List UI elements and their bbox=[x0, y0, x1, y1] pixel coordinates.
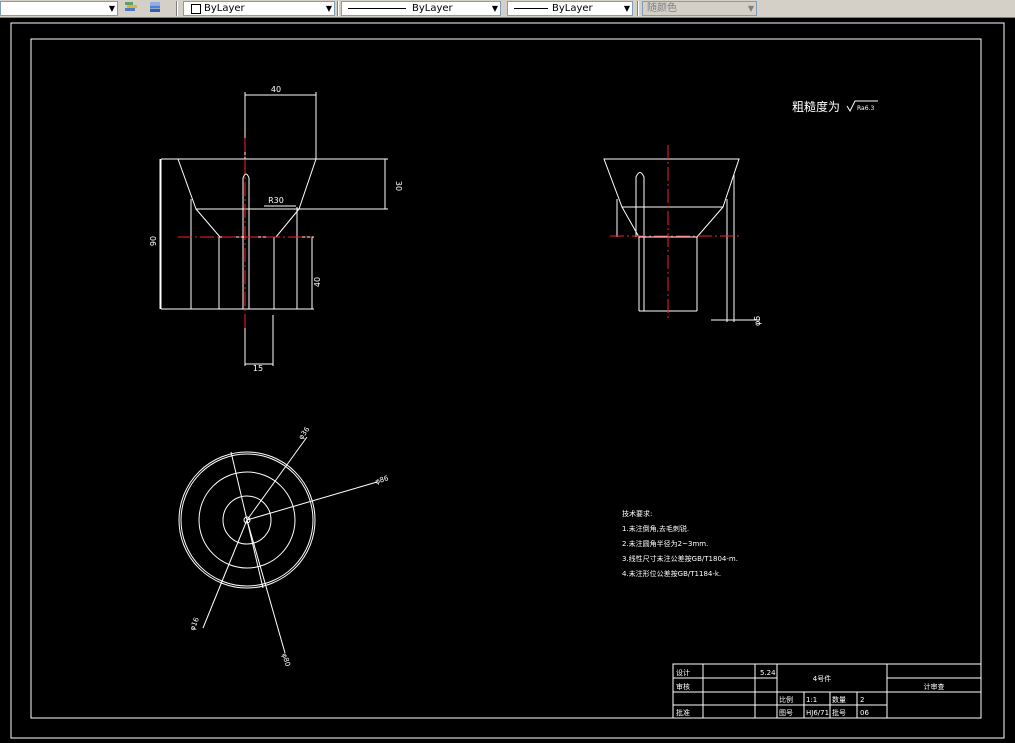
color-dropdown[interactable]: ByLayer ▼ bbox=[183, 1, 335, 16]
chevron-down-icon[interactable]: ▼ bbox=[748, 2, 754, 15]
tb-check-label: 审核 bbox=[676, 682, 690, 691]
dim-circle-d1: φ36 bbox=[297, 425, 312, 441]
toolbar-separator bbox=[637, 1, 639, 16]
outer-frame bbox=[10, 22, 1005, 739]
tb-drawing-value: 06 bbox=[860, 709, 869, 717]
tb-scale-label: 比例 bbox=[779, 695, 793, 704]
color-value: ByLayer bbox=[204, 3, 245, 14]
tb-qty-value: 2 bbox=[860, 696, 864, 704]
layer-previous-icon[interactable] bbox=[124, 2, 138, 14]
side-view bbox=[603, 158, 760, 322]
roughness-label: 粗糙度为 bbox=[792, 99, 840, 114]
notes-item: 4.未注形位公差按GB/T1184-k. bbox=[622, 569, 721, 578]
tb-qty-label: 数量 bbox=[832, 695, 846, 704]
linetype-preview bbox=[348, 8, 406, 9]
dim-circle-d4: φ80 bbox=[280, 652, 292, 667]
tb-batch-value: HJ6/71 bbox=[806, 709, 829, 717]
notes-item: 2.未注圆角半径为2~3mm. bbox=[622, 539, 708, 548]
cad-drawing: 40 30 R30 90 40 15 φ5 粗糙度为 Ra6.3 φ36 φ86… bbox=[10, 22, 1005, 739]
color-swatch bbox=[191, 4, 201, 14]
drawing-canvas[interactable]: 40 30 R30 90 40 15 φ5 粗糙度为 Ra6.3 φ36 φ86… bbox=[0, 18, 1015, 743]
tb-part-name: 4号件 bbox=[813, 674, 831, 683]
technical-notes: 技术要求: 1.未注倒角,去毛刺锐. 2.未注圆角半径为2~3mm. 3.线性尺… bbox=[622, 509, 738, 578]
notes-title: 技术要求: bbox=[622, 509, 652, 518]
tb-drawing-label: 图号 bbox=[779, 709, 793, 717]
top-view bbox=[178, 436, 378, 654]
toolbar-separator bbox=[176, 1, 178, 16]
notes-item: 1.未注倒角,去毛刺锐. bbox=[622, 524, 689, 533]
dim-top-width: 40 bbox=[271, 85, 281, 94]
dim-side-phi: φ5 bbox=[753, 316, 762, 326]
tb-date: 5.24 bbox=[760, 669, 776, 677]
lineweight-preview bbox=[514, 8, 548, 9]
layer-states-icon[interactable] bbox=[148, 2, 162, 14]
lineweight-dropdown[interactable]: ByLayer ▼ bbox=[507, 1, 633, 16]
layer-dropdown[interactable]: ▼ bbox=[0, 1, 118, 16]
linetype-dropdown[interactable]: ByLayer ▼ bbox=[341, 1, 501, 16]
tb-material: 计审查 bbox=[924, 682, 945, 691]
linetype-value: ByLayer bbox=[412, 3, 453, 14]
dim-bottom-width: 15 bbox=[253, 364, 263, 373]
tb-batch-label: 批号 bbox=[832, 708, 846, 717]
roughness-value: Ra6.3 bbox=[857, 105, 874, 112]
front-view bbox=[159, 92, 388, 366]
chevron-down-icon[interactable]: ▼ bbox=[624, 2, 630, 15]
inner-frame bbox=[30, 38, 982, 719]
tb-design-label: 设计 bbox=[676, 668, 690, 677]
plotstyle-dropdown[interactable]: 随颜色 ▼ bbox=[642, 1, 757, 16]
plotstyle-value: 随颜色 bbox=[647, 3, 677, 14]
toolbar-separator bbox=[337, 1, 339, 16]
tb-approve-label: 批准 bbox=[676, 708, 690, 717]
lineweight-value: ByLayer bbox=[552, 3, 593, 14]
dim-circle-d3: φ16 bbox=[188, 616, 201, 632]
dim-circle-d2: φ86 bbox=[374, 474, 390, 486]
properties-toolbar: ▼ ByLayer ▼ ByLayer ▼ ByLayer ▼ 随颜色 ▼ bbox=[0, 0, 1015, 18]
chevron-down-icon[interactable]: ▼ bbox=[109, 2, 115, 15]
dim-lower-height: 40 bbox=[313, 277, 322, 287]
chevron-down-icon[interactable]: ▼ bbox=[492, 2, 498, 15]
chevron-down-icon[interactable]: ▼ bbox=[326, 2, 332, 15]
tb-scale-value: 1:1 bbox=[806, 696, 817, 704]
notes-item: 3.线性尺寸未注公差按GB/T1804-m. bbox=[622, 554, 738, 563]
dim-left-height: 90 bbox=[149, 236, 158, 246]
dim-right-height: 30 bbox=[394, 181, 403, 191]
dim-inner-radius: R30 bbox=[268, 196, 284, 205]
